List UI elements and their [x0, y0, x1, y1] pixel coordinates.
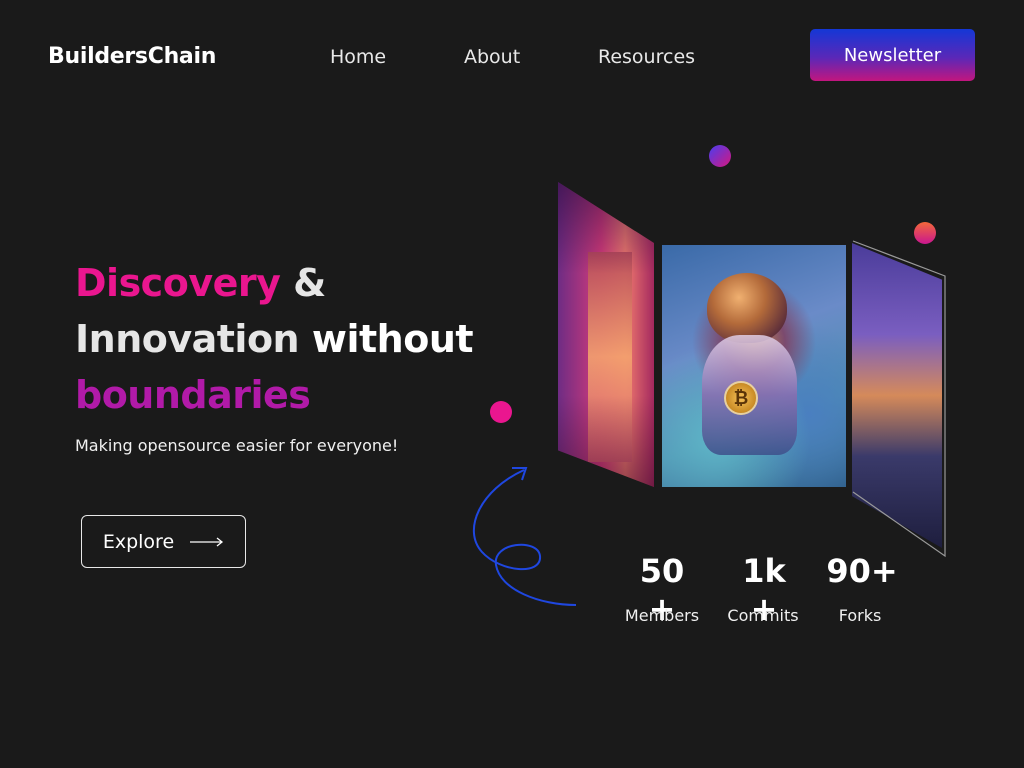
arrow-right-icon — [190, 536, 224, 547]
hero-word-ampersand: & — [293, 261, 326, 305]
nav-about[interactable]: About — [464, 46, 520, 68]
hero-heading: Discovery & Innovation without boundarie… — [75, 255, 474, 423]
hero-word-without: without — [311, 317, 474, 361]
decorative-dot-pink — [490, 401, 512, 423]
swirl-arrow-icon — [472, 467, 577, 606]
decorative-dot-blue — [709, 145, 731, 167]
stat-commits-label: Commits — [727, 606, 799, 625]
hero-word-innovation: Innovation — [75, 317, 300, 361]
astronaut-helmet — [707, 273, 787, 343]
stat-forks-label: Forks — [838, 606, 882, 625]
gallery-panel-left — [558, 182, 654, 487]
stat-members-label: Members — [624, 606, 700, 625]
hero-word-boundaries: boundaries — [75, 373, 311, 417]
hero-tagline: Making opensource easier for everyone! — [75, 436, 399, 455]
explore-button[interactable]: Explore — [81, 515, 246, 568]
nav-home[interactable]: Home — [330, 46, 386, 68]
newsletter-button[interactable]: Newsletter — [810, 29, 975, 81]
landing-page: BuildersChain Home About Resources Newsl… — [0, 0, 1024, 768]
explore-button-label: Explore — [102, 530, 175, 553]
stat-forks-value: 90+ — [826, 552, 898, 590]
bitcoin-icon: ₿ — [724, 381, 758, 415]
gallery-panel-center: ₿ — [662, 245, 846, 487]
nav-resources[interactable]: Resources — [598, 46, 695, 68]
gallery-panel-right-frame — [852, 240, 946, 558]
brand-logo[interactable]: BuildersChain — [48, 44, 216, 69]
hero-word-discovery: Discovery — [75, 261, 281, 305]
